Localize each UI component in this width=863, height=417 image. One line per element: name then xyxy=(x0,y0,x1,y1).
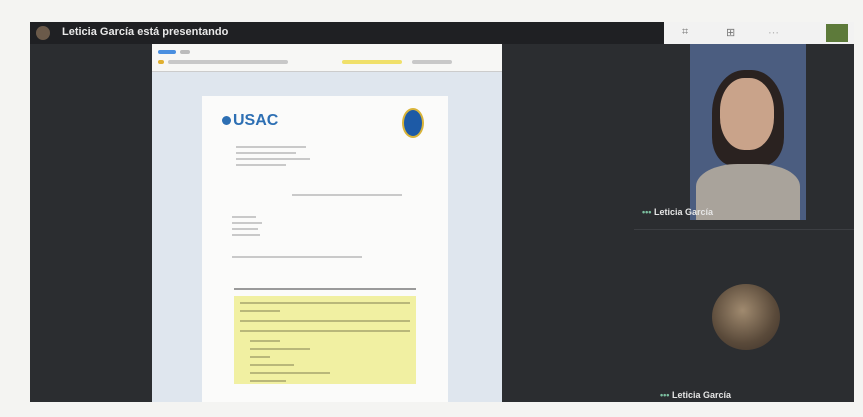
captions-icon[interactable]: ⌗ xyxy=(682,26,688,39)
participant-face xyxy=(720,78,774,150)
layout-icon[interactable]: ⊞ xyxy=(726,26,735,39)
presenter-avatar-icon xyxy=(36,26,50,40)
document-toolbar xyxy=(152,44,502,72)
participant-name-label: ••• Leticia García xyxy=(642,207,714,217)
participant-video-tile[interactable] xyxy=(690,44,806,220)
university-seal-icon xyxy=(402,108,424,138)
presenting-label: Leticia García está presentando xyxy=(62,26,229,38)
highlighted-table xyxy=(234,296,416,384)
participant-name-label: ••• Leticia García xyxy=(660,390,732,400)
participant-avatar-icon[interactable] xyxy=(712,284,780,350)
tile-divider xyxy=(634,229,854,230)
meeting-stage: Leticia García está presentando ⌗ ⊞ ⋯ US… xyxy=(30,22,854,402)
usac-logo: USAC xyxy=(222,112,278,130)
shared-screen: USAC xyxy=(152,44,502,402)
meeting-controls: ⌗ ⊞ ⋯ xyxy=(664,22,854,44)
top-bar: Leticia García está presentando ⌗ ⊞ ⋯ xyxy=(30,22,854,44)
document-page: USAC xyxy=(202,96,448,402)
more-icon[interactable]: ⋯ xyxy=(768,26,779,39)
self-view-thumbnail[interactable] xyxy=(826,24,848,42)
